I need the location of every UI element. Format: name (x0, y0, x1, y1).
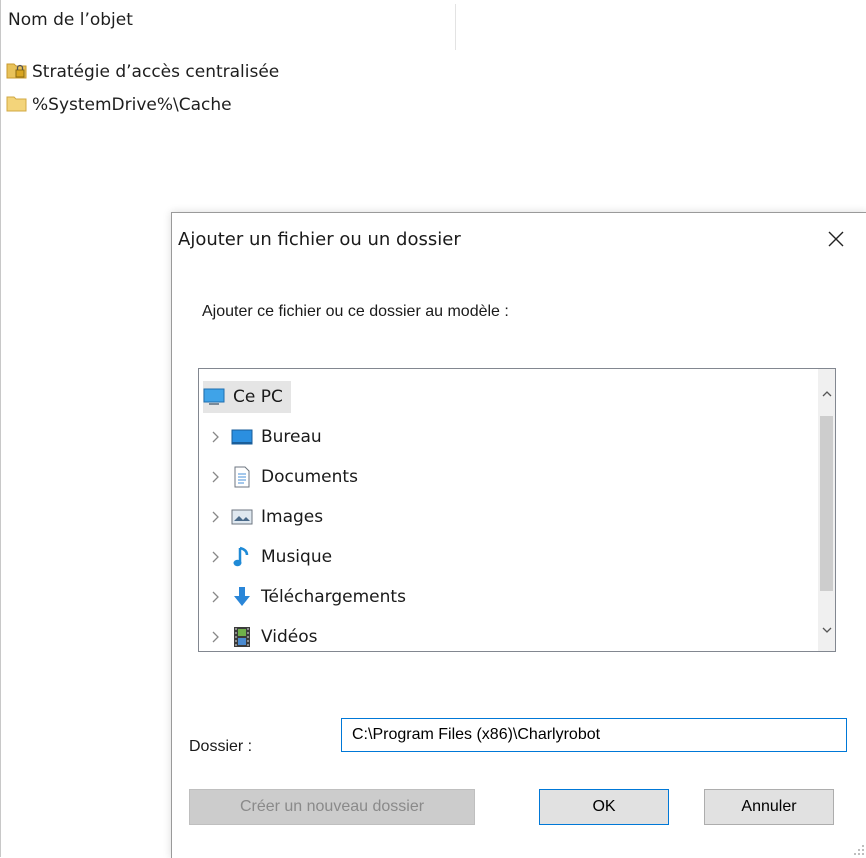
folder-icon (6, 94, 28, 117)
chevron-down-icon (822, 619, 832, 638)
scroll-up-button[interactable] (818, 383, 835, 400)
tree-scrollbar[interactable] (818, 369, 835, 651)
music-icon (231, 546, 253, 568)
desktop-icon (231, 426, 253, 448)
scroll-down-button[interactable] (818, 620, 835, 637)
chevron-right-icon[interactable] (207, 509, 223, 525)
tree-item-label: Musique (261, 547, 333, 567)
column-header-object-name[interactable]: Nom de l’objet (8, 6, 454, 36)
tree-item-label: Documents (261, 467, 358, 487)
tree-item-desktop[interactable]: Bureau (207, 421, 322, 453)
tree-item-downloads[interactable]: Téléchargements (207, 581, 406, 613)
tree-item-videos[interactable]: Vidéos (207, 621, 318, 651)
chevron-right-icon[interactable] (207, 589, 223, 605)
list-item-label: %SystemDrive%\Cache (32, 95, 232, 115)
pictures-icon (231, 506, 253, 528)
list-item[interactable]: %SystemDrive%\Cache (6, 92, 232, 118)
chevron-right-icon[interactable] (207, 429, 223, 445)
list-item[interactable]: Stratégie d’accès centralisée (6, 59, 279, 85)
chevron-right-icon[interactable] (207, 629, 223, 645)
chevron-right-icon[interactable] (207, 549, 223, 565)
tree-item-label: Bureau (261, 427, 322, 447)
downloads-icon (231, 586, 253, 608)
close-button[interactable] (822, 227, 850, 255)
list-item-label: Stratégie d’accès centralisée (32, 62, 280, 82)
folder-path-input[interactable] (341, 718, 847, 752)
tree-item-label: Téléchargements (261, 587, 406, 607)
tree-item-documents[interactable]: Documents (207, 461, 358, 493)
resize-grip-icon[interactable] (853, 844, 865, 856)
folder-tree[interactable]: Ce PC Bureau Documents Images Musique Té… (198, 368, 836, 652)
column-separator[interactable] (455, 4, 456, 50)
videos-icon (231, 626, 253, 648)
create-new-folder-button[interactable]: Créer un nouveau dossier (189, 789, 475, 825)
locked-folder-icon (6, 61, 28, 84)
tree-item-label: Vidéos (261, 627, 318, 647)
tree-item-this-pc[interactable]: Ce PC (203, 381, 291, 413)
tree-item-label: Images (261, 507, 324, 527)
close-icon (827, 230, 845, 252)
dialog-instruction: Ajouter ce fichier ou ce dossier au modè… (202, 303, 509, 320)
tree-item-music[interactable]: Musique (207, 541, 332, 573)
tree-item-pictures[interactable]: Images (207, 501, 323, 533)
chevron-right-icon[interactable] (207, 469, 223, 485)
folder-label: Dossier : (189, 738, 253, 755)
scrollbar-thumb[interactable] (820, 416, 833, 591)
tree-item-label: Ce PC (233, 387, 283, 407)
documents-icon (231, 466, 253, 488)
computer-icon (203, 386, 225, 408)
ok-button[interactable]: OK (539, 789, 669, 825)
cancel-button[interactable]: Annuler (704, 789, 834, 825)
add-file-folder-dialog: Ajouter un fichier ou un dossier Ajouter… (171, 212, 866, 858)
dialog-title: Ajouter un fichier ou un dossier (178, 229, 461, 250)
pane-border (0, 0, 1, 857)
chevron-up-icon (822, 382, 832, 401)
